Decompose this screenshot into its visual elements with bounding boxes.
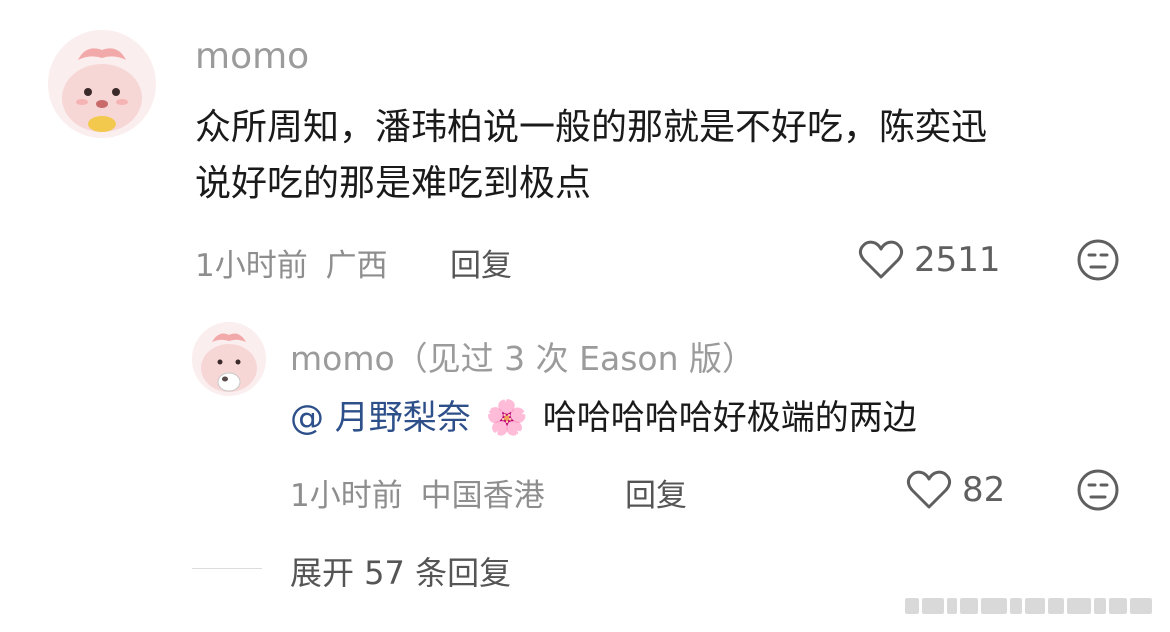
heart-icon (906, 470, 952, 509)
watermark (905, 598, 1160, 618)
reply-emoji-react-button[interactable] (1076, 468, 1120, 512)
reply-username-name: momo (290, 339, 395, 378)
reply-reply-button[interactable]: 回复 (625, 470, 687, 515)
comment-thread: momo 众所周知，潘玮柏说一般的那就是不好吃，陈奕迅 说好吃的那是难吃到极点 … (0, 0, 1170, 632)
comment-like-button[interactable]: 2511 (858, 238, 1001, 282)
comment-text: 众所周知，潘玮柏说一般的那就是不好吃，陈奕迅 说好吃的那是难吃到极点 (195, 100, 1135, 212)
reply-like-button[interactable]: 82 (906, 468, 1005, 512)
comment-meta: 1小时前 广西 (195, 240, 388, 285)
comment-time: 1小时前 (195, 248, 308, 284)
reply-like-count: 82 (962, 470, 1006, 510)
reply-user-avatar[interactable] (192, 322, 266, 396)
reply-mention-link[interactable]: @ 月野梨奈 (290, 398, 471, 438)
expand-replies-button[interactable]: 展开 57 条回复 (290, 548, 511, 594)
reply-time: 1小时前 (290, 478, 403, 514)
reply-location: 中国香港 (420, 478, 545, 514)
comment-emoji-react-button[interactable] (1076, 238, 1120, 282)
expand-divider (192, 568, 262, 569)
comment-reply-button[interactable]: 回复 (450, 240, 512, 285)
user-avatar[interactable] (48, 30, 156, 138)
reply-text-body: 哈哈哈哈哈好极端的两边 (542, 398, 917, 438)
pink-cat-avatar-icon (48, 30, 156, 138)
comment-text-line1: 众所周知，潘玮柏说一般的那就是不好吃，陈奕迅 (195, 107, 988, 148)
reply-username[interactable]: momo（见过 3 次 Eason 版） (290, 332, 755, 380)
cherry-blossom-icon: 🌸 (485, 398, 528, 438)
reply-text: @ 月野梨奈 🌸 哈哈哈哈哈好极端的两边 (290, 390, 917, 446)
reply-username-suffix: （见过 3 次 Eason 版） (394, 339, 755, 378)
comment-like-count: 2511 (914, 240, 1001, 280)
comment-text-line2: 说好吃的那是难吃到极点 (195, 163, 592, 204)
neutral-face-icon (1077, 469, 1119, 511)
heart-icon (858, 240, 904, 279)
comment-username[interactable]: momo (195, 36, 309, 77)
comment-location: 广西 (325, 248, 388, 284)
pink-cat-with-kitten-avatar-icon (192, 322, 266, 396)
reply-meta: 1小时前 中国香港 (290, 470, 545, 515)
neutral-face-icon (1077, 239, 1119, 281)
